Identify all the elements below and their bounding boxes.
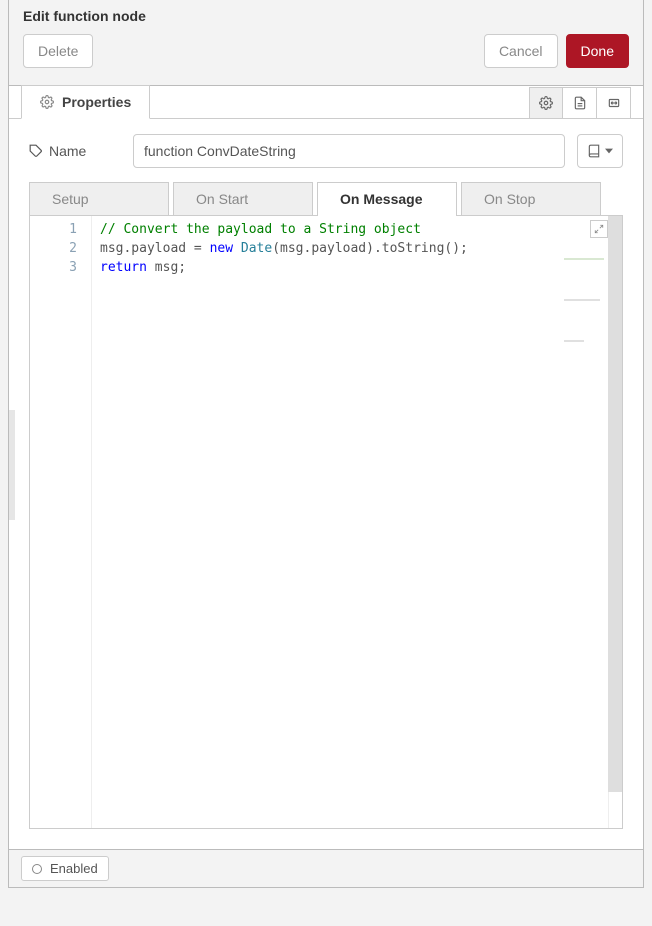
done-button[interactable]: Done bbox=[566, 34, 629, 68]
library-menu-button[interactable] bbox=[577, 134, 623, 168]
panel-actions: Delete Cancel Done bbox=[21, 28, 631, 76]
code-token: Date bbox=[241, 241, 272, 256]
enabled-toggle[interactable]: Enabled bbox=[21, 856, 109, 881]
expand-icon bbox=[594, 224, 604, 234]
tab-icon-group bbox=[529, 87, 631, 119]
primary-tab-strip: Properties bbox=[9, 85, 643, 119]
code-token: msg; bbox=[147, 260, 186, 275]
tab-properties[interactable]: Properties bbox=[21, 85, 150, 119]
node-appearance-button[interactable] bbox=[597, 87, 631, 119]
code-token: new bbox=[210, 241, 233, 256]
appearance-icon bbox=[607, 96, 621, 110]
editor-code-area[interactable]: // Convert the payload to a String objec… bbox=[92, 216, 622, 828]
name-label-text: Name bbox=[49, 143, 86, 159]
function-sub-tabs: Setup On Start On Message On Stop bbox=[29, 182, 623, 216]
code-token: msg.payload = bbox=[100, 241, 210, 256]
tab-setup[interactable]: Setup bbox=[29, 182, 169, 215]
caret-down-icon bbox=[605, 147, 613, 155]
delete-button[interactable]: Delete bbox=[23, 34, 93, 68]
editor-scroll-gap bbox=[608, 792, 622, 828]
name-row: Name bbox=[29, 134, 623, 168]
status-circle-icon bbox=[32, 864, 42, 874]
name-label: Name bbox=[29, 143, 121, 159]
panel-resize-handle[interactable] bbox=[9, 410, 15, 520]
name-input[interactable] bbox=[133, 134, 565, 168]
enabled-label: Enabled bbox=[50, 861, 98, 876]
code-token: (msg.payload).toString(); bbox=[272, 241, 468, 256]
form-body: Name Setup On Start On Message On Stop bbox=[9, 120, 643, 849]
book-icon bbox=[587, 144, 601, 158]
panel-title: Edit function node bbox=[21, 0, 631, 28]
editor-scrollbar[interactable] bbox=[608, 216, 622, 792]
panel-footer: Enabled bbox=[9, 849, 643, 887]
code-token: // Convert the payload to a String objec… bbox=[100, 222, 421, 237]
node-settings-button[interactable] bbox=[529, 87, 563, 119]
tag-icon bbox=[29, 144, 43, 158]
right-actions: Cancel Done bbox=[484, 34, 629, 68]
edit-panel: Edit function node Delete Cancel Done Pr… bbox=[8, 0, 644, 888]
editor-gutter: 1 2 3 bbox=[30, 216, 92, 828]
cancel-button[interactable]: Cancel bbox=[484, 34, 558, 68]
tab-on-message[interactable]: On Message bbox=[317, 182, 457, 215]
editor-body[interactable]: 1 2 3 // Convert the payload to a String… bbox=[30, 216, 622, 828]
editor-expand-button[interactable] bbox=[590, 220, 608, 238]
code-token: return bbox=[100, 260, 147, 275]
line-number: 2 bbox=[30, 239, 77, 258]
line-number: 1 bbox=[30, 220, 77, 239]
panel-header: Edit function node Delete Cancel Done bbox=[9, 0, 643, 86]
code-editor[interactable]: 1 2 3 // Convert the payload to a String… bbox=[29, 216, 623, 829]
node-description-button[interactable] bbox=[563, 87, 597, 119]
document-icon bbox=[573, 96, 587, 110]
tab-on-start[interactable]: On Start bbox=[173, 182, 313, 215]
gear-icon bbox=[539, 96, 553, 110]
tab-on-stop[interactable]: On Stop bbox=[461, 182, 601, 215]
line-number: 3 bbox=[30, 258, 77, 277]
tab-properties-label: Properties bbox=[62, 94, 131, 110]
code-token bbox=[233, 241, 241, 256]
gear-icon bbox=[40, 95, 54, 109]
